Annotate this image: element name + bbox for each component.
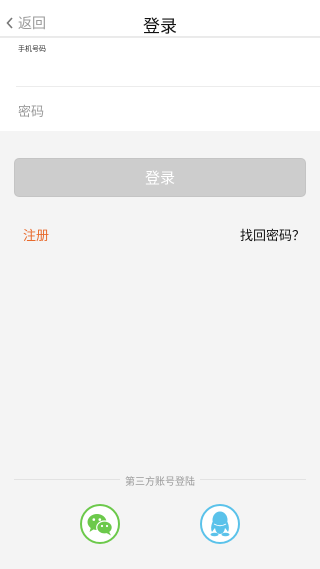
register-link[interactable]: 注册 bbox=[23, 225, 49, 244]
forgot-password-link[interactable]: 找回密码？ bbox=[240, 225, 305, 244]
qq-login-button[interactable] bbox=[200, 504, 240, 544]
login-form: 手机号码 bbox=[0, 38, 320, 131]
password-field bbox=[16, 87, 320, 131]
login-button[interactable]: 登录 bbox=[14, 158, 306, 197]
wechat-icon bbox=[87, 514, 113, 536]
wechat-login-button[interactable] bbox=[80, 504, 120, 544]
third-party-label: 第三方账号登陆 bbox=[125, 477, 195, 488]
qq-icon bbox=[210, 511, 230, 537]
phone-input[interactable] bbox=[16, 38, 306, 86]
page-title: 登录 bbox=[143, 17, 177, 37]
password-input[interactable] bbox=[16, 87, 306, 131]
phone-field: 手机号码 bbox=[16, 38, 320, 87]
